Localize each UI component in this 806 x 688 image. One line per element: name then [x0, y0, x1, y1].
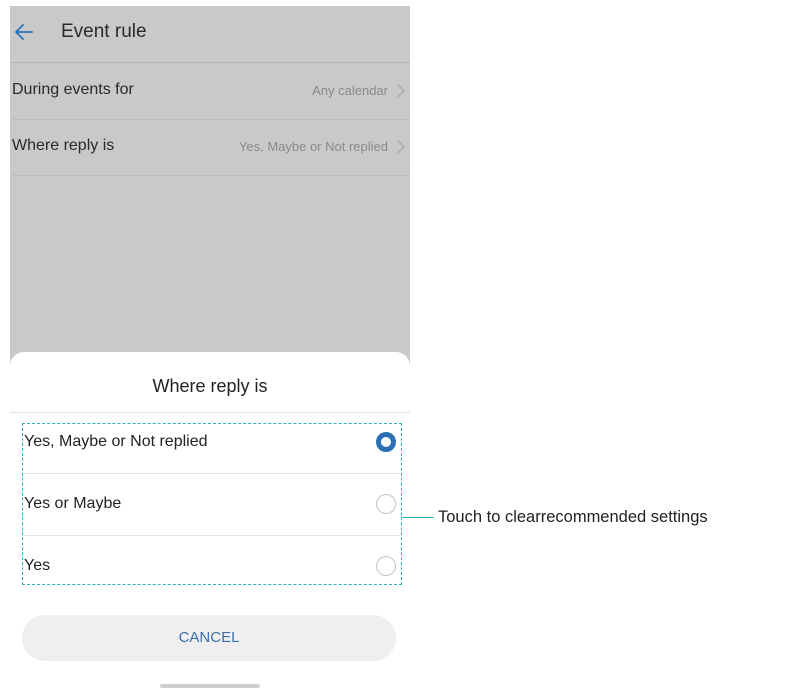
page-title: Event rule: [61, 21, 147, 42]
setting-value: Any calendar: [312, 83, 388, 98]
phone-screen: Event rule During events for Any calenda…: [10, 6, 410, 688]
cancel-button[interactable]: CANCEL: [22, 615, 396, 661]
dialog-title: Where reply is: [152, 376, 268, 396]
setting-label: During events for: [12, 81, 134, 98]
chevron-right-icon: [397, 84, 405, 98]
divider: [12, 175, 410, 176]
chevron-right-icon: [397, 140, 405, 154]
setting-row-where-reply[interactable]: Where reply is Yes, Maybe or Not replied: [10, 120, 410, 176]
app-bar: Event rule: [10, 6, 410, 62]
divider: [10, 412, 410, 413]
arrow-left-icon[interactable]: [12, 20, 36, 44]
divider: [10, 62, 410, 63]
setting-row-during-events[interactable]: During events for Any calendar: [10, 64, 410, 120]
callout-leader-line: [402, 517, 434, 518]
setting-value: Yes, Maybe or Not replied: [238, 139, 388, 154]
callout-label: Touch to clearrecommended settings: [438, 508, 708, 526]
home-indicator: [160, 684, 260, 688]
setting-label: Where reply is: [12, 137, 115, 154]
callout-highlight-box: [22, 423, 402, 585]
